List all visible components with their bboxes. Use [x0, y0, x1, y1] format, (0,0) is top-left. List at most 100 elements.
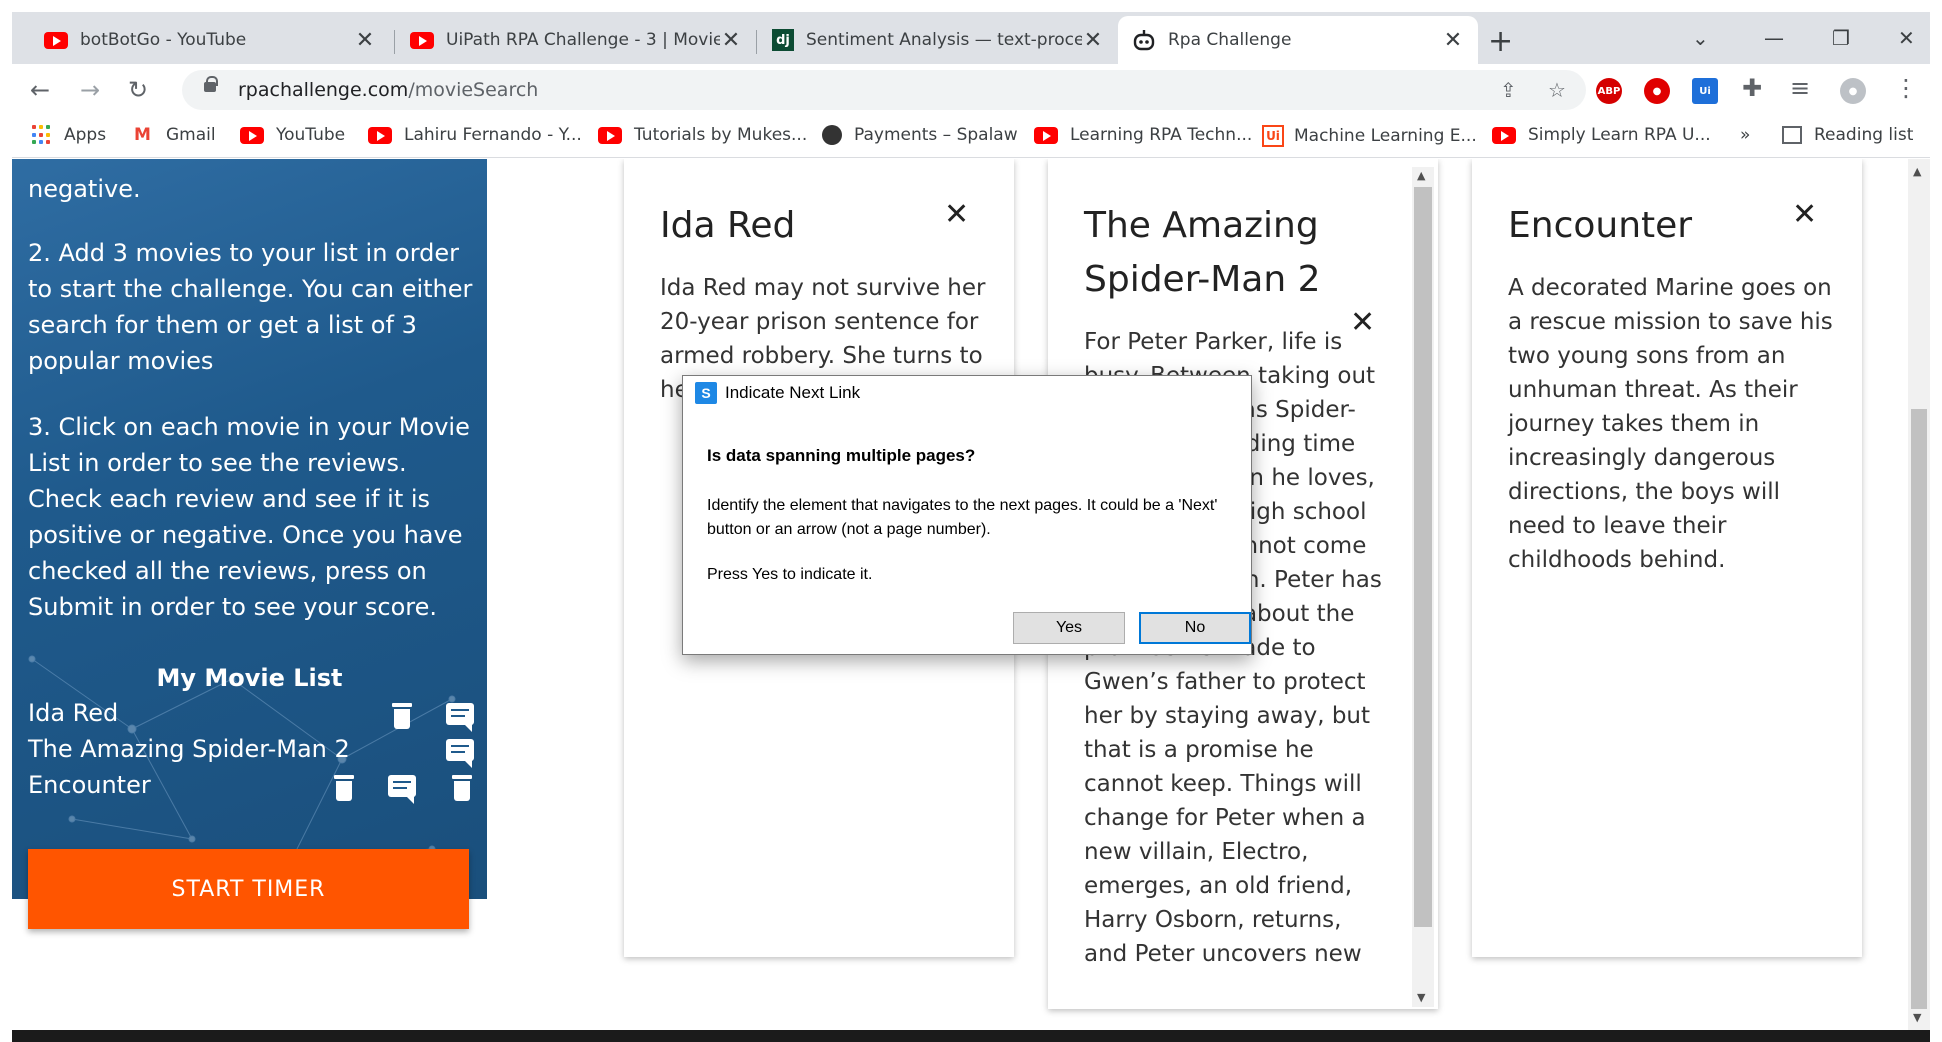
page-scrollbar[interactable]: ▲ ▼ [1908, 159, 1930, 1030]
comment-icon[interactable] [446, 703, 474, 732]
card-title: Encounter [1508, 205, 1693, 246]
bookmark-machine-learning[interactable]: Ui Machine Learning E... [1262, 125, 1477, 147]
tab-youtube-botbotgo[interactable]: botBotGo - YouTube ✕ [30, 16, 390, 64]
my-movie-list-title: My Movie List [156, 664, 343, 692]
uipath-icon: Ui [1262, 125, 1284, 147]
movie-list-item[interactable]: Encounter [28, 771, 478, 807]
media-queue-icon[interactable]: ≡ [1790, 74, 1810, 102]
tab-sentiment-analysis[interactable]: dj Sentiment Analysis — text-proce ✕ [758, 16, 1118, 64]
minimize-icon[interactable]: — [1764, 26, 1784, 50]
more-bookmarks-button[interactable]: » [1740, 125, 1750, 145]
youtube-icon [598, 126, 622, 144]
bookmark-youtube[interactable]: YouTube [240, 125, 345, 145]
tab-rpa-challenge[interactable]: Rpa Challenge ✕ [1118, 16, 1478, 64]
instruction-step-2: 2. Add 3 movies to your list in order to… [28, 239, 473, 375]
address-bar[interactable]: rpachallenge.com/movieSearch ⇪ ☆ [182, 70, 1586, 110]
close-icon[interactable]: ✕ [944, 197, 969, 232]
tab-uipath-challenge[interactable]: UiPath RPA Challenge - 3 | Movie ✕ [396, 16, 756, 64]
close-icon[interactable]: ✕ [1792, 197, 1817, 232]
dialog-body: Identify the element that navigates to t… [707, 497, 1218, 538]
forward-icon[interactable]: → [80, 76, 100, 104]
bookmark-simply-learn[interactable]: Simply Learn RPA U... [1492, 125, 1711, 145]
movie-name[interactable]: The Amazing Spider-Man 2 [28, 735, 350, 763]
card-scrollbar[interactable]: ▲ ▼ [1412, 167, 1434, 1007]
gmail-icon: M [134, 125, 151, 145]
no-button[interactable]: No [1139, 612, 1251, 644]
instruction-tail: negative. [28, 175, 141, 203]
bookmark-payments[interactable]: Payments – Spalaw [822, 125, 1018, 145]
taskbar [12, 1030, 1930, 1042]
lock-icon[interactable] [204, 76, 218, 92]
movie-name[interactable]: Ida Red [28, 699, 118, 727]
tab-separator [756, 30, 757, 54]
yes-button[interactable]: Yes [1013, 612, 1125, 644]
reading-list-icon [1782, 126, 1802, 144]
new-tab-button[interactable]: + [1488, 24, 1513, 59]
spalaw-icon [822, 125, 842, 145]
tab-search-icon[interactable]: ⌄ [1692, 26, 1709, 50]
close-tab-icon[interactable]: ✕ [720, 28, 742, 53]
apps-grid-icon [32, 125, 52, 145]
toolbar: ← → ↻ rpachallenge.com/movieSearch ⇪ ☆ A… [12, 64, 1930, 116]
bookmark-star-icon[interactable]: ☆ [1548, 78, 1566, 102]
youtube-icon [240, 126, 264, 144]
tab-title: Rpa Challenge [1168, 30, 1292, 50]
comment-icon[interactable] [388, 775, 416, 804]
bookmark-lahiru[interactable]: Lahiru Fernando - Y... [368, 125, 582, 145]
youtube-icon [1034, 126, 1058, 144]
close-tab-icon[interactable]: ✕ [1082, 28, 1104, 53]
robot-icon [1133, 30, 1155, 51]
reading-list-button[interactable]: Reading list [1782, 125, 1913, 145]
reload-icon[interactable]: ↻ [128, 76, 148, 104]
movie-list-item[interactable]: Ida Red [28, 699, 478, 735]
close-tab-icon[interactable]: ✕ [354, 28, 376, 53]
tab-separator [394, 30, 395, 54]
profile-avatar-icon[interactable]: ● [1840, 78, 1866, 104]
bookmark-tutorials[interactable]: Tutorials by Mukes... [598, 125, 807, 145]
youtube-icon [44, 31, 68, 49]
bookmark-gmail[interactable]: M Gmail [134, 125, 216, 145]
trash-icon[interactable] [334, 775, 354, 801]
back-icon[interactable]: ← [30, 76, 50, 104]
dialog-instruction: Press Yes to indicate it. [707, 566, 873, 583]
indicate-next-link-dialog: S Indicate Next Link Is data spanning mu… [682, 375, 1252, 655]
scroll-up-arrow[interactable]: ▲ [1913, 165, 1921, 178]
scroll-down-arrow[interactable]: ▼ [1417, 991, 1425, 1004]
close-tab-icon[interactable]: ✕ [1442, 28, 1464, 53]
url-text[interactable]: rpachallenge.com/movieSearch [238, 79, 538, 101]
bookmarks-bar: Apps M Gmail YouTube Lahiru Fernando - Y… [12, 116, 1930, 158]
card-review: A decorated Marine goes on a rescue miss… [1508, 275, 1833, 573]
trash-icon[interactable] [452, 775, 472, 801]
youtube-icon [410, 31, 434, 49]
youtube-icon [368, 126, 392, 144]
restore-icon[interactable]: ❐ [1832, 26, 1850, 50]
close-window-icon[interactable]: ✕ [1898, 26, 1915, 50]
tab-title: Sentiment Analysis — text-proce [806, 30, 1082, 50]
tab-title: UiPath RPA Challenge - 3 | Movie [446, 30, 720, 50]
ublock-icon[interactable]: ● [1644, 78, 1670, 104]
youtube-icon [1492, 126, 1516, 144]
bookmark-apps[interactable]: Apps [32, 125, 106, 145]
dialog-question: Is data spanning multiple pages? [707, 446, 976, 465]
adblock-plus-icon[interactable]: ABP [1596, 78, 1622, 104]
movie-name[interactable]: Encounter [28, 771, 151, 799]
scroll-up-arrow[interactable]: ▲ [1417, 169, 1425, 182]
uipath-extension-icon[interactable]: Ui [1692, 78, 1718, 104]
scroll-down-arrow[interactable]: ▼ [1913, 1011, 1921, 1024]
menu-kebab-icon[interactable]: ⋮ [1894, 74, 1918, 102]
movie-list-item[interactable]: The Amazing Spider-Man 2 [28, 735, 478, 771]
scroll-thumb[interactable] [1911, 409, 1927, 1009]
instructions-sidebar: negative. 2. Add 3 movies to your list i… [12, 159, 487, 899]
start-timer-button[interactable]: START TIMER [28, 849, 469, 929]
comment-icon[interactable] [446, 739, 474, 768]
share-icon[interactable]: ⇪ [1500, 78, 1517, 102]
tab-strip: botBotGo - YouTube ✕ UiPath RPA Challeng… [12, 12, 1930, 64]
extensions-puzzle-icon[interactable]: ✚ [1742, 74, 1762, 102]
dialog-titlebar: S Indicate Next Link [683, 376, 1251, 410]
card-title: The Amazing Spider-Man 2 [1084, 205, 1321, 300]
trash-icon[interactable] [392, 703, 412, 729]
instruction-step-3: 3. Click on each movie in your Movie Lis… [28, 413, 470, 621]
bookmark-learning-rpa[interactable]: Learning RPA Techn... [1034, 125, 1252, 145]
scroll-thumb[interactable] [1414, 187, 1432, 927]
review-card-encounter: Encounter ✕ A decorated Marine goes on a… [1472, 159, 1862, 957]
